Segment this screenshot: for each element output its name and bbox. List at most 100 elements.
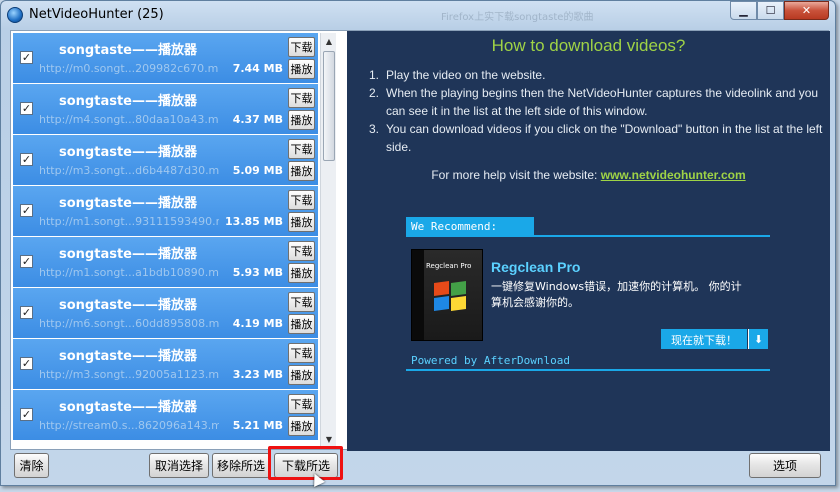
logo-quadrant-yellow [451,295,466,312]
item-url: http://m3.songt...92005a1123.mp3 [39,368,219,381]
item-size: 5.93 MB [232,266,283,279]
step-number: 1. [369,68,380,82]
product-name[interactable]: Regclean Pro [491,259,580,275]
play-button[interactable]: 播放 [288,161,315,181]
list-item[interactable]: ✓ songtaste——播放器 http://m0.songt...20998… [13,33,318,84]
recommend-divider [406,369,770,371]
play-button[interactable]: 播放 [288,365,315,385]
item-checkbox[interactable]: ✓ [20,102,33,115]
item-url: http://m1.songt...a1bdb10890.mp3 [39,266,219,279]
window-title: NetVideoHunter (25) [29,7,164,22]
play-button[interactable]: 播放 [288,263,315,283]
logo-quadrant-green [451,280,466,297]
play-button[interactable]: 播放 [288,212,315,232]
title-bar[interactable]: NetVideoHunter (25) Firefox上实下载songtaste… [1,1,835,29]
item-size: 13.85 MB [225,215,283,228]
item-title: songtaste——播放器 [59,196,197,211]
item-size: 5.09 MB [232,164,283,177]
list-scrollbar[interactable]: ▲ ▼ [320,33,336,447]
maximize-button[interactable]: ☐ [757,1,784,20]
remove-selected-button[interactable]: 移除所选 [212,453,270,478]
item-size: 4.37 MB [232,113,283,126]
minimize-icon: ▁ [739,4,748,17]
item-url: http://m4.songt...80daa10a43.mp3 [39,113,219,126]
download-arrow-icon[interactable]: ⬇ [748,329,768,349]
product-box-title: Regclean Pro [426,262,472,270]
item-checkbox[interactable]: ✓ [20,408,33,421]
step-text: Play the video on the website. [386,68,546,82]
more-help-text: For more help visit the website: [431,168,601,182]
item-url: http://m0.songt...209982c670.mp3 [39,62,219,75]
close-button[interactable]: ✕ [784,1,829,20]
product-box-image[interactable]: Regclean Pro [411,249,483,341]
step-text: When the playing begins then the NetVide… [386,86,819,118]
maximize-icon: ☐ [765,4,776,17]
download-button[interactable]: 下载 [288,37,315,57]
get-now-button[interactable]: 现在就下载！ ⬇ [661,329,768,349]
item-title: songtaste——播放器 [59,43,197,58]
download-button[interactable]: 下载 [288,88,315,108]
logo-quadrant-red [434,280,449,297]
recommendation-box: We Recommend: Regclean Pro Regclean Pro … [406,217,770,372]
item-url: http://m3.songt...d6b4487d30.mp3 [39,164,219,177]
help-step: 1. Play the video on the website. [369,66,829,84]
item-title: songtaste——播放器 [59,298,197,313]
deselect-button[interactable]: 取消选择 [149,453,209,478]
step-text: You can download videos if you click on … [386,122,823,154]
close-icon: ✕ [801,4,812,17]
step-number: 2. [369,86,380,100]
download-button[interactable]: 下载 [288,241,315,261]
download-button[interactable]: 下载 [288,190,315,210]
clear-button[interactable]: 清除 [14,453,49,478]
play-button[interactable]: 播放 [288,314,315,334]
scroll-down-icon[interactable]: ▼ [321,431,337,447]
item-checkbox[interactable]: ✓ [20,153,33,166]
step-number: 3. [369,122,380,136]
download-button[interactable]: 下载 [288,139,315,159]
play-button[interactable]: 播放 [288,110,315,130]
help-panel: How to download videos? 1. Play the video… [347,31,830,451]
scroll-thumb[interactable] [323,51,335,161]
logo-quadrant-blue [434,295,449,312]
download-button[interactable]: 下载 [288,343,315,363]
help-steps: 1. Play the video on the website. 2. When … [369,66,829,156]
item-url: http://m1.songt...93111593490.mp3 [39,215,219,228]
list-item[interactable]: ✓ songtaste——播放器 http://m1.songt...93111… [13,186,318,237]
item-size: 4.19 MB [232,317,283,330]
highlight-annotation [268,446,343,480]
options-button[interactable]: 选项 [749,453,821,478]
product-box-spine [412,250,424,340]
download-button[interactable]: 下载 [288,292,315,312]
background-ghost-text: Firefox上实下载songtaste的歌曲 [441,12,594,23]
website-link[interactable]: www.netvideohunter.com [601,168,746,182]
list-item[interactable]: ✓ songtaste——播放器 http://m3.songt...d6b44… [13,135,318,186]
powered-by: Powered by AfterDownload [411,354,570,367]
scroll-up-icon[interactable]: ▲ [321,33,337,49]
play-button[interactable]: 播放 [288,59,315,79]
more-help: For more help visit the website: www.net… [347,168,830,182]
item-checkbox[interactable]: ✓ [20,255,33,268]
item-checkbox[interactable]: ✓ [20,204,33,217]
recommend-header-bar: We Recommend: [406,217,770,237]
item-checkbox[interactable]: ✓ [20,51,33,64]
video-list: ✓ songtaste——播放器 http://m0.songt...20998… [13,33,318,447]
item-url: http://stream0.s...862096a143.mp3 [39,419,219,432]
item-checkbox[interactable]: ✓ [20,357,33,370]
help-step: 3. You can download videos if you click o… [369,120,829,156]
list-item[interactable]: ✓ songtaste——播放器 http://m3.songt...92005… [13,339,318,390]
product-description: 一键修复Windows错误，加速你的计算机。 你的计算机会感谢你的。 [491,280,742,309]
list-item[interactable]: ✓ songtaste——播放器 http://m1.songt...a1bdb… [13,237,318,288]
item-title: songtaste——播放器 [59,145,197,160]
list-item[interactable]: ✓ songtaste——播放器 http://m4.songt...80daa… [13,84,318,135]
help-step: 2. When the playing begins then the NetVi… [369,84,829,120]
play-button[interactable]: 播放 [288,416,315,436]
list-item[interactable]: ✓ songtaste——播放器 http://stream0.s...8620… [13,390,318,441]
download-button[interactable]: 下载 [288,394,315,414]
item-checkbox[interactable]: ✓ [20,306,33,319]
minimize-button[interactable]: ▁ [730,1,757,20]
item-title: songtaste——播放器 [59,400,197,415]
get-now-label[interactable]: 现在就下载！ [661,329,747,349]
list-item[interactable]: ✓ songtaste——播放器 http://m6.songt...60dd8… [13,288,318,339]
app-icon [7,7,23,23]
help-heading: How to download videos? [491,36,686,55]
